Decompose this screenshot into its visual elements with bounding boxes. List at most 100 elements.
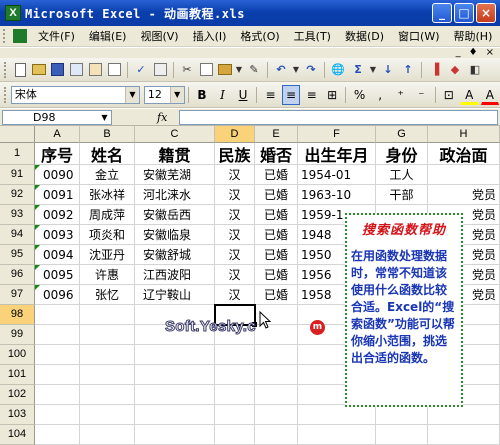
italic-button[interactable]: I [213, 85, 232, 105]
menu-view[interactable]: 视图(V) [133, 28, 185, 44]
row-header[interactable]: 96 [0, 265, 35, 285]
header-cell[interactable]: 姓名 [80, 143, 135, 165]
column-header-f[interactable]: F [298, 126, 376, 143]
table-cell[interactable]: 安徽临泉 [135, 225, 215, 245]
table-cell[interactable] [255, 385, 298, 405]
table-cell[interactable]: 党员 [428, 185, 500, 205]
table-cell[interactable]: 工人 [376, 165, 428, 185]
formula-input[interactable] [179, 109, 498, 125]
align-left-icon[interactable]: ≡ [261, 85, 280, 105]
table-cell[interactable] [428, 165, 500, 185]
table-cell[interactable] [215, 385, 255, 405]
row-header[interactable]: 95 [0, 245, 35, 265]
header-cell[interactable]: 出生年月 [298, 143, 376, 165]
paste-icon[interactable] [218, 64, 232, 75]
table-cell[interactable] [35, 405, 80, 425]
paste-dropdown-icon[interactable]: ▼ [235, 61, 243, 79]
menu-grip[interactable] [3, 29, 7, 43]
table-cell[interactable]: 安徽舒城 [135, 245, 215, 265]
save-icon[interactable] [51, 63, 64, 76]
table-cell[interactable]: 已婚 [255, 285, 298, 305]
row-header[interactable]: 99 [0, 325, 35, 345]
maximize-button[interactable]: □ [454, 3, 474, 23]
table-cell[interactable]: 沈亚丹 [80, 245, 135, 265]
table-cell[interactable] [80, 425, 135, 445]
fill-color-button[interactable]: A [460, 85, 479, 105]
row-header[interactable]: 91 [0, 165, 35, 185]
table-cell[interactable]: 已婚 [255, 265, 298, 285]
menu-window[interactable]: 窗口(W) [391, 28, 446, 44]
menu-tools[interactable]: 工具(T) [287, 28, 338, 44]
table-cell[interactable] [376, 425, 428, 445]
row-header[interactable]: 100 [0, 345, 35, 365]
table-cell[interactable] [255, 345, 298, 365]
table-cell[interactable]: 汉 [215, 245, 255, 265]
table-cell[interactable]: 0095 [35, 265, 80, 285]
toolbar-grip[interactable] [4, 86, 8, 103]
row-header[interactable]: 104 [0, 425, 35, 445]
table-cell[interactable]: 张忆 [80, 285, 135, 305]
sort-ascending-icon[interactable]: ↓ [379, 61, 397, 79]
table-cell[interactable] [80, 325, 135, 345]
table-cell[interactable]: 河北涞水 [135, 185, 215, 205]
table-cell[interactable] [215, 405, 255, 425]
table-cell[interactable]: 0093 [35, 225, 80, 245]
table-cell[interactable]: 已婚 [255, 225, 298, 245]
table-cell[interactable]: 安徽芜湖 [135, 165, 215, 185]
table-cell[interactable] [428, 425, 500, 445]
format-painter-icon[interactable]: ✎ [245, 61, 263, 79]
column-header-h[interactable]: H [428, 126, 500, 143]
row-header[interactable]: 92 [0, 185, 35, 205]
menu-format[interactable]: 格式(O) [233, 28, 286, 44]
table-cell[interactable] [215, 345, 255, 365]
font-size-dropdown[interactable]: 12 ▼ [143, 85, 185, 104]
table-cell[interactable]: 0096 [35, 285, 80, 305]
font-name-dropdown[interactable]: 宋体 ▼ [10, 85, 140, 104]
table-cell[interactable] [80, 305, 135, 325]
table-cell[interactable] [135, 425, 215, 445]
menu-help[interactable]: 帮助(H) [447, 28, 500, 44]
column-header-d[interactable]: D [215, 126, 255, 143]
table-cell[interactable]: 干部 [376, 185, 428, 205]
drawing-icon[interactable]: ◆ [446, 61, 464, 79]
table-cell[interactable] [255, 425, 298, 445]
table-cell[interactable]: 张冰祥 [80, 185, 135, 205]
row-header[interactable]: 1 [0, 143, 35, 165]
header-cell[interactable]: 民族 [215, 143, 255, 165]
menu-edit[interactable]: 编辑(E) [82, 28, 134, 44]
table-cell[interactable] [428, 405, 500, 425]
permission-icon[interactable] [70, 63, 83, 76]
table-cell[interactable] [298, 405, 376, 425]
decrease-decimal-icon[interactable]: ⁻ [412, 85, 431, 105]
chart-wizard-icon[interactable]: ▐ [426, 61, 444, 79]
name-box[interactable]: D98 ▼ [2, 109, 112, 125]
table-cell[interactable]: 已婚 [255, 185, 298, 205]
doc-close-button[interactable]: × [486, 48, 494, 58]
new-icon[interactable] [15, 62, 26, 77]
undo-dropdown-icon[interactable]: ▼ [292, 61, 300, 79]
table-cell[interactable] [215, 425, 255, 445]
hyperlink-icon[interactable]: 🌐 [329, 61, 347, 79]
table-cell[interactable]: 安徽岳西 [135, 205, 215, 225]
header-cell[interactable]: 婚否 [255, 143, 298, 165]
table-cell[interactable] [35, 305, 80, 325]
table-cell[interactable] [298, 425, 376, 445]
table-cell[interactable] [80, 385, 135, 405]
table-cell[interactable] [135, 365, 215, 385]
column-header-c[interactable]: C [135, 126, 215, 143]
header-cell[interactable]: 籍贯 [135, 143, 215, 165]
table-cell[interactable] [255, 405, 298, 425]
underline-button[interactable]: U [234, 85, 253, 105]
autosum-icon[interactable]: Σ [349, 61, 367, 79]
header-cell[interactable]: 政治面 [428, 143, 500, 165]
chevron-down-icon[interactable]: ▼ [169, 86, 184, 103]
menu-insert[interactable]: 插入(I) [186, 28, 234, 44]
column-header-a[interactable]: A [35, 126, 80, 143]
align-right-icon[interactable]: ≡ [302, 85, 321, 105]
font-color-button[interactable]: A [480, 85, 500, 105]
table-cell[interactable] [35, 345, 80, 365]
open-icon[interactable] [32, 64, 46, 75]
table-cell[interactable] [35, 385, 80, 405]
table-cell[interactable]: 许惠 [80, 265, 135, 285]
table-cell[interactable] [135, 385, 215, 405]
